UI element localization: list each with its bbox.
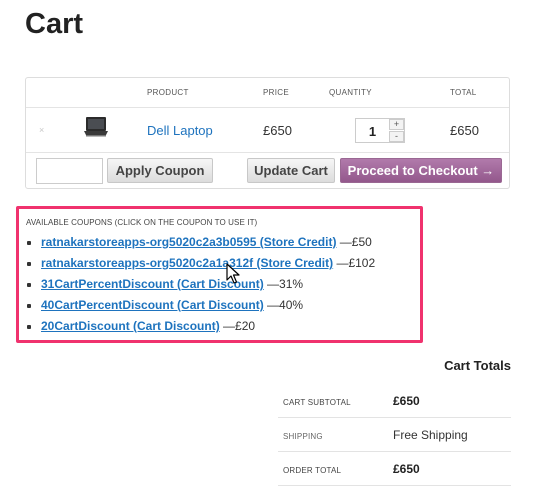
coupon-item[interactable]: ratnakarstoreapps-org5020c2a1a312f (Stor… [27,256,376,277]
update-cart-button[interactable]: Update Cart [247,158,335,183]
coupon-link[interactable]: ratnakarstoreapps-org5020c2a1a312f (Stor… [41,256,333,270]
product-link[interactable]: Dell Laptop [147,123,213,138]
totals-value: £650 [393,394,420,408]
coupon-link[interactable]: 40CartPercentDiscount (Cart Discount) [41,298,264,312]
header-quantity: QUANTITY [329,88,372,97]
item-price: £650 [263,123,292,138]
coupon-amount: —31% [263,277,304,291]
coupon-item[interactable]: 31CartPercentDiscount (Cart Discount) —3… [27,277,375,298]
header-product: PRODUCT [147,88,189,97]
coupon-amount: —£50 [336,235,372,249]
coupon-amount: —40% [263,298,304,312]
remove-item-icon[interactable]: × [39,125,44,135]
totals-label: CART SUBTOTAL [283,398,351,407]
cart-totals-table: CART SUBTOTAL £650 SHIPPING Free Shippin… [278,384,511,486]
cart-table: PRODUCT PRICE QUANTITY TOTAL × Dell Lapt… [25,77,510,189]
page-title: Cart [25,8,84,40]
totals-row-order-total: ORDER TOTAL £650 [278,452,511,486]
proceed-to-checkout-button[interactable]: Proceed to Checkout → [340,158,502,183]
totals-row-subtotal: CART SUBTOTAL £650 [278,384,511,418]
bullet-icon [27,325,31,329]
coupon-item[interactable]: 20CartDiscount (Cart Discount) —£20 [27,319,375,340]
totals-label: SHIPPING [283,432,323,441]
coupon-code-input[interactable] [36,158,103,184]
bullet-icon [27,241,31,245]
bullet-icon [27,283,31,287]
coupon-amount: —£102 [333,256,376,270]
quantity-stepper[interactable]: 1 + - [355,118,405,143]
header-total: TOTAL [450,88,477,97]
item-total: £650 [450,123,479,138]
quantity-value[interactable]: 1 [356,124,389,139]
quantity-decrease-button[interactable]: - [389,131,404,142]
coupon-list: ratnakarstoreapps-org5020c2a3b0595 (Stor… [27,235,376,340]
coupon-item[interactable]: 40CartPercentDiscount (Cart Discount) —4… [27,298,375,319]
bullet-icon [27,262,31,266]
coupon-link[interactable]: ratnakarstoreapps-org5020c2a3b0595 (Stor… [41,235,336,249]
mouse-pointer-icon [226,263,240,284]
laptop-thumbnail-icon[interactable] [83,114,109,138]
totals-row-shipping: SHIPPING Free Shipping [278,418,511,452]
header-price: PRICE [263,88,289,97]
coupon-amount: —£20 [219,319,256,333]
coupons-heading: AVAILABLE COUPONS (CLICK ON THE COUPON T… [26,218,258,227]
available-coupons-panel: AVAILABLE COUPONS (CLICK ON THE COUPON T… [16,206,423,343]
totals-label: ORDER TOTAL [283,466,342,475]
totals-value: Free Shipping [393,428,468,442]
divider [26,107,509,108]
cart-totals-title: Cart Totals [444,358,511,373]
totals-value: £650 [393,462,420,476]
bullet-icon [27,304,31,308]
coupon-item[interactable]: ratnakarstoreapps-org5020c2a3b0595 (Stor… [27,235,375,256]
divider [26,152,509,153]
quantity-increase-button[interactable]: + [389,119,404,130]
apply-coupon-button[interactable]: Apply Coupon [107,158,213,183]
coupon-link[interactable]: 20CartDiscount (Cart Discount) [41,319,220,333]
